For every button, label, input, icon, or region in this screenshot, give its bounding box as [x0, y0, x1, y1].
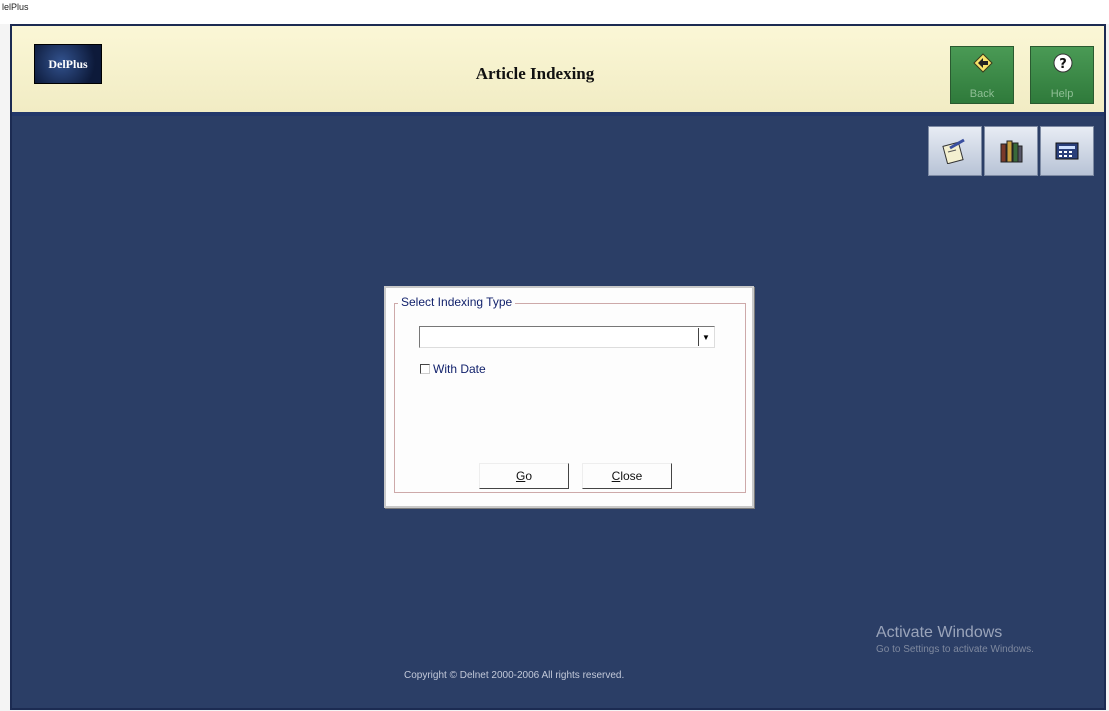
- close-button-rest: lose: [620, 469, 643, 483]
- with-date-label[interactable]: With Date: [433, 362, 486, 376]
- edit-card-icon: [942, 138, 965, 164]
- indexing-type-dialog: Select Indexing Type ▼ With Date Go Clos…: [384, 286, 754, 508]
- calculator-icon: [1055, 142, 1079, 160]
- close-button[interactable]: Close: [582, 463, 672, 489]
- library-books-button[interactable]: [984, 126, 1038, 176]
- back-arrow-icon: [973, 53, 993, 73]
- activate-windows-subtitle: Go to Settings to activate Windows.: [876, 644, 1034, 655]
- calculator-button[interactable]: [1040, 126, 1094, 176]
- back-button-label: Back: [969, 88, 995, 100]
- app-header: DelPlus Article Indexing Back ? Help: [12, 26, 1104, 116]
- window-titlebar: lelPlus: [0, 0, 1109, 24]
- help-button[interactable]: ? Help: [1030, 46, 1094, 104]
- chevron-down-icon[interactable]: ▼: [698, 328, 713, 346]
- window-title: lelPlus: [2, 2, 29, 12]
- go-button-accel: G: [515, 469, 526, 483]
- help-icon: ?: [1053, 53, 1073, 73]
- go-button-rest: o: [525, 469, 533, 483]
- books-icon: [1000, 140, 1023, 163]
- activate-windows-watermark: Activate Windows Go to Settings to activ…: [876, 624, 1034, 655]
- edit-card-button[interactable]: [928, 126, 982, 176]
- go-button[interactable]: Go: [479, 463, 569, 489]
- with-date-checkbox[interactable]: [420, 364, 430, 374]
- indexing-type-select[interactable]: ▼: [419, 326, 715, 348]
- group-label: Select Indexing Type: [398, 295, 516, 309]
- page-title: Article Indexing: [475, 64, 595, 83]
- help-button-label: Help: [1050, 88, 1074, 100]
- activate-windows-title: Activate Windows: [876, 624, 1003, 641]
- copyright-text: Copyright © Delnet 2000-2006 All rights …: [404, 670, 625, 681]
- svg-text:?: ?: [1059, 57, 1067, 72]
- app-frame: DelPlus Article Indexing Back ? Help Sel…: [10, 24, 1106, 710]
- back-button[interactable]: Back: [950, 46, 1014, 104]
